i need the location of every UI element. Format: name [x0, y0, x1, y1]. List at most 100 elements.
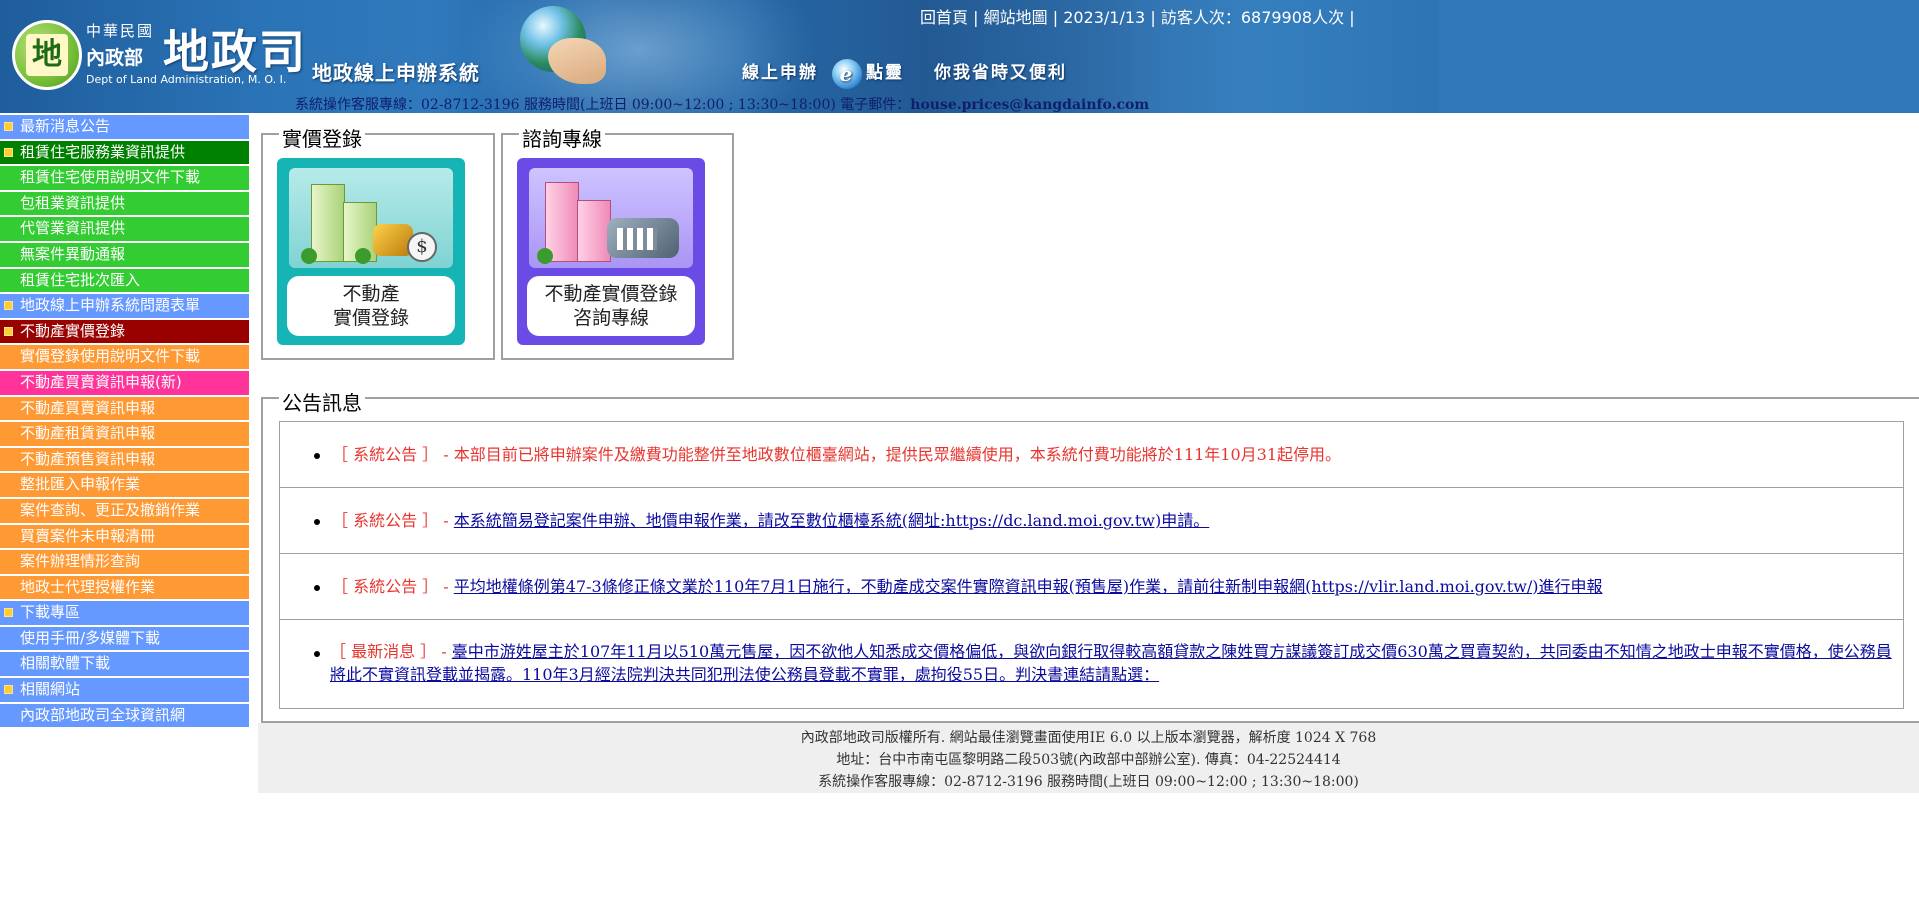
building-icon [311, 184, 345, 262]
register-section: 實價登錄 $ 不動產 實價登錄 [261, 123, 495, 360]
sidebar-item[interactable]: 租賃住宅服務業資訊提供 [0, 140, 249, 165]
sidebar-item[interactable]: 租賃住宅批次匯入 [0, 268, 249, 293]
e-logo-icon: e [832, 58, 862, 89]
service-email[interactable]: house.prices@kangdainfo.com [910, 97, 1149, 113]
news-section: 公告訊息 ［ 系統公告 ］ - 本部目前已將申辦案件及繳費功能整併至地政數位櫃臺… [261, 387, 1919, 723]
current-date: 2023/1/13 [1063, 8, 1146, 27]
dollar-coin-icon: $ [407, 232, 437, 262]
square-bullet-icon [4, 147, 13, 157]
square-bullet-icon [4, 685, 13, 695]
news-item-content: ［ 系統公告 ］ - 本部目前已將申辦案件及繳費功能整併至地政數位櫃臺網站，提供… [332, 443, 1341, 466]
consult-card-button[interactable]: 不動產實價登錄 咨詢專線 [517, 158, 705, 345]
sidebar-item[interactable]: 最新消息公告 [0, 115, 249, 139]
sidebar-item[interactable]: 案件查詢、更正及撤銷作業 [0, 498, 249, 523]
sidebar-item[interactable]: 無案件異動通報 [0, 242, 249, 267]
sidebar-item-label: 租賃住宅使用說明文件下載 [20, 168, 201, 187]
sidebar-item[interactable]: 地政士代理授權作業 [0, 575, 249, 600]
sidebar-item-label: 相關軟體下載 [20, 654, 111, 673]
logo-mark-text: 地 [26, 34, 68, 76]
sidebar-item[interactable]: 實價登錄使用說明文件下載 [0, 345, 249, 369]
sidebar-item-label: 不動產買賣資訊申報 [20, 398, 156, 417]
news-tag: ［ 系統公告 ］ - [332, 445, 454, 464]
sidebar-item-label: 實價登錄使用說明文件下載 [20, 347, 201, 366]
consult-legend: 諮詢專線 [519, 123, 605, 152]
square-bullet-icon [4, 122, 13, 131]
tree-icon [537, 248, 553, 264]
square-bullet-icon [4, 608, 13, 618]
logo-english: Dept of Land Administration, M. O. I. [86, 73, 287, 86]
sitemap-link[interactable]: 網站地圖 [984, 8, 1048, 27]
sidebar-item[interactable]: 相關軟體下載 [0, 652, 249, 677]
system-title: 地政線上申辦系統 [312, 61, 480, 85]
bullet-icon [314, 519, 320, 525]
sidebar-item[interactable]: 不動產租賃資訊申報 [0, 422, 249, 446]
news-tag: ［ 系統公告 ］ - [332, 577, 454, 596]
sidebar-item-label: 下載專區 [20, 603, 81, 622]
ministry-logo-icon[interactable]: 地 [12, 20, 82, 90]
bullet-icon [314, 453, 320, 459]
phone-keypad [617, 228, 657, 250]
sidebar-item[interactable]: 使用手冊/多媒體下載 [0, 626, 249, 651]
separator: | [1349, 8, 1355, 27]
sidebar-item-label: 案件查詢、更正及撤銷作業 [20, 500, 201, 519]
news-item: ［ 系統公告 ］ - 本部目前已將申辦案件及繳費功能整併至地政數位櫃臺網站，提供… [279, 421, 1904, 488]
square-bullet-icon [4, 301, 13, 311]
news-item-content: ［ 系統公告 ］ - 平均地權條例第47-3條修正條文業於110年7月1日施行，… [332, 575, 1603, 598]
register-card-label: 不動產 實價登錄 [287, 276, 455, 336]
sidebar-item[interactable]: 代管業資訊提供 [0, 217, 249, 241]
sidebar-item[interactable]: 不動產買賣資訊申報 [0, 396, 249, 421]
building-icon [577, 200, 611, 262]
sidebar-item-label: 代管業資訊提供 [20, 219, 126, 238]
building-phone-icon [529, 168, 693, 268]
tagline-part1: 線上申辦 [742, 63, 818, 83]
sidebar-item[interactable]: 不動產買賣資訊申報(新) [0, 370, 249, 395]
top-links: 回首頁 | 網站地圖 | 2023/1/13 | 訪客人次：6879908人次 … [920, 4, 1355, 28]
sidebar-item-label: 不動產買賣資訊申報(新) [20, 372, 182, 391]
news-link[interactable]: 本系統簡易登記案件申辦、地價申報作業，請改至數位櫃檯系統(網址:https://… [454, 511, 1209, 530]
register-legend: 實價登錄 [279, 123, 365, 152]
service-text: 系統操作客服專線：02-8712-3196 服務時間(上班日 09:00~12:… [295, 97, 911, 113]
register-card-button[interactable]: $ 不動產 實價登錄 [277, 158, 465, 345]
footer-copyright: 內政部地政司版權所有. 網站最佳瀏覽畫面使用IE 6.0 以上版本瀏覽器，解析度… [800, 730, 1377, 746]
sidebar-item-label: 內政部地政司全球資訊網 [20, 705, 186, 724]
bullet-icon [314, 651, 320, 657]
sidebar-item[interactable]: 相關網站 [0, 678, 249, 702]
sidebar-item-label: 租賃住宅批次匯入 [20, 270, 141, 289]
site-header: 地 中華民國 內政部 地政司 Dept of Land Administrati… [0, 0, 1919, 113]
visitor-label: 訪客人次： [1160, 8, 1241, 27]
sidebar-item[interactable]: 不動產預售資訊申報 [0, 447, 249, 472]
sidebar-item[interactable]: 整批匯入申報作業 [0, 473, 249, 497]
consult-section: 諮詢專線 不動產實價登錄 咨詢專線 [501, 123, 734, 360]
news-item: ［ 系統公告 ］ - 本系統簡易登記案件申辦、地價申報作業，請改至數位櫃檯系統(… [279, 487, 1904, 554]
news-link[interactable]: 平均地權條例第47-3條修正條文業於110年7月1日施行，不動產成交案件實際資訊… [454, 577, 1603, 596]
sidebar-item[interactable]: 包租業資訊提供 [0, 191, 249, 216]
sidebar-item-label: 地政線上申辦系統問題表單 [20, 296, 201, 315]
sidebar-item-label: 無案件異動通報 [20, 244, 126, 263]
sidebar-item-label: 不動產租賃資訊申報 [20, 424, 156, 443]
sidebar-item[interactable]: 租賃住宅使用說明文件下載 [0, 166, 249, 190]
separator: | [1150, 8, 1161, 27]
sidebar-item[interactable]: 內政部地政司全球資訊網 [0, 703, 249, 728]
sidebar-item-label: 不動產預售資訊申報 [20, 449, 156, 468]
home-link[interactable]: 回首頁 [920, 8, 968, 27]
news-link[interactable]: 臺中市游姓屋主於107年11月以510萬元售屋，因不欲他人知悉成交價格偏低，與欲… [330, 642, 1892, 684]
telephone-icon [607, 218, 679, 258]
news-text: 本部目前已將申辦案件及繳費功能整併至地政數位櫃臺網站，提供民眾繼續使用，本系統付… [453, 445, 1342, 464]
header-right-fill [1438, 0, 1919, 113]
sidebar-item[interactable]: 買賣案件未申報清冊 [0, 524, 249, 549]
tree-icon [355, 248, 371, 264]
square-bullet-icon [4, 326, 13, 336]
sidebar-item[interactable]: 案件辦理情形查詢 [0, 550, 249, 574]
sidebar-item-label: 最新消息公告 [20, 117, 111, 135]
sidebar-item-label: 整批匯入申報作業 [20, 475, 141, 494]
sidebar-item-label: 案件辦理情形查詢 [20, 552, 141, 571]
news-tag: ［ 系統公告 ］ - [332, 511, 454, 530]
sidebar-item-label: 買賣案件未申報清冊 [20, 526, 156, 545]
separator: | [1052, 8, 1064, 27]
consult-card-line2: 咨詢專線 [572, 307, 649, 329]
sidebar-item[interactable]: 下載專區 [0, 601, 249, 625]
sidebar-item[interactable]: 地政線上申辦系統問題表單 [0, 294, 249, 318]
tree-icon [301, 248, 317, 264]
footer-service: 系統操作客服專線：02-8712-3196 服務時間(上班日 09:00~12:… [818, 774, 1359, 790]
sidebar-item[interactable]: 不動產實價登錄 [0, 319, 249, 344]
